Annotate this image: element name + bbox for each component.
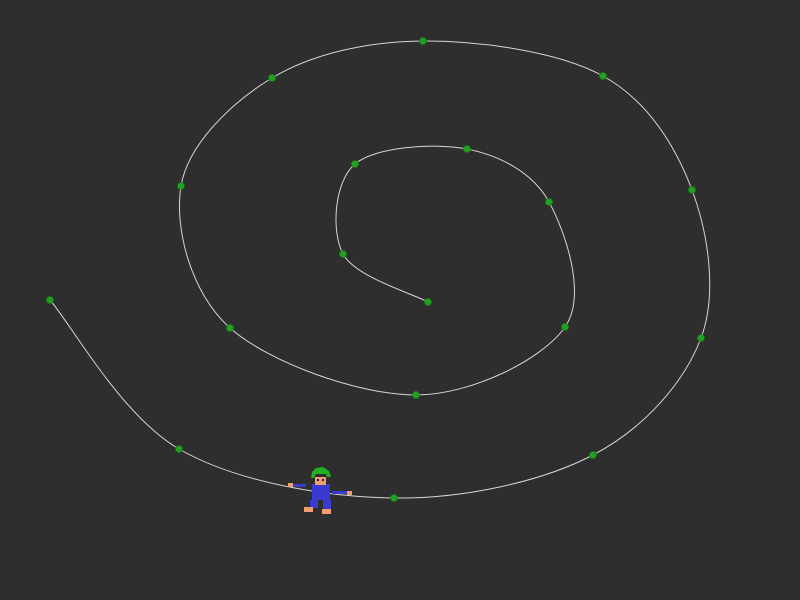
waypoint-node[interactable] (226, 324, 234, 332)
background (0, 0, 800, 600)
waypoint-node[interactable] (463, 145, 471, 153)
waypoint-node[interactable] (351, 160, 359, 168)
waypoint-node[interactable] (599, 72, 607, 80)
lemming-face (315, 477, 326, 485)
waypoint-node[interactable] (339, 250, 347, 258)
waypoint-node[interactable] (545, 198, 553, 206)
game-canvas[interactable] (0, 0, 800, 600)
lemming-left-hand (288, 483, 293, 487)
lemming-left-foot (304, 507, 313, 512)
waypoint-node[interactable] (688, 186, 696, 194)
waypoint-node[interactable] (424, 298, 432, 306)
waypoint-node[interactable] (177, 182, 185, 190)
waypoint-node[interactable] (268, 74, 276, 82)
lemming-right-foot (322, 509, 331, 514)
lemming-right-leg (323, 500, 331, 510)
waypoint-node[interactable] (419, 37, 427, 45)
waypoint-node[interactable] (561, 323, 569, 331)
waypoint-node[interactable] (697, 334, 705, 342)
waypoint-node[interactable] (390, 494, 398, 502)
lemming-eye-left (317, 479, 319, 481)
lemming-right-hand (347, 491, 352, 495)
waypoint-node[interactable] (412, 391, 420, 399)
lemming-left-leg (310, 500, 318, 508)
lemming-eye-right (322, 479, 324, 481)
waypoint-node[interactable] (589, 451, 597, 459)
waypoint-node[interactable] (175, 445, 183, 453)
waypoint-node[interactable] (46, 296, 54, 304)
lemming-body (312, 484, 330, 500)
